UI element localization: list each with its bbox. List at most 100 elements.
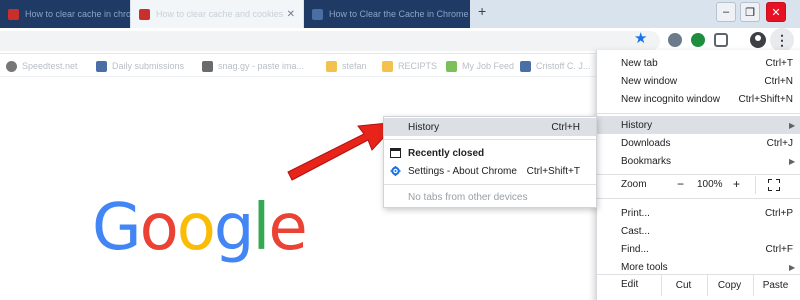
menu-shortcut: Ctrl+P <box>764 207 793 219</box>
bookmark-item[interactable]: My Job Feed <box>446 59 514 73</box>
bookmarks-bar: Speedtest.net Daily submissions snag.gy … <box>0 55 600 77</box>
browser-tab-1[interactable]: How to clear cache in chrome ✕ <box>0 0 130 28</box>
menu-item-label: New window <box>621 75 678 87</box>
menu-item-find[interactable]: Find... Ctrl+F <box>597 240 800 258</box>
edit-label: Edit <box>621 279 639 290</box>
menu-item-label: New tab <box>621 57 658 69</box>
tab-favicon-icon <box>312 8 323 20</box>
menu-divider <box>384 139 596 140</box>
submenu-arrow-icon: ▶ <box>789 120 796 130</box>
menu-item-bookmarks[interactable]: Bookmarks ▶ <box>597 152 800 170</box>
tab-close-icon[interactable]: ✕ <box>287 9 295 20</box>
bookmark-item[interactable]: Daily submissions <box>96 59 184 73</box>
skype-extension-icon[interactable] <box>668 33 682 47</box>
zoom-in-button[interactable]: + <box>733 177 740 191</box>
submenu-item-label: Recently closed <box>408 147 485 159</box>
folder-icon <box>382 60 393 72</box>
bookmark-item[interactable]: Cristoff C. J... <box>520 59 590 73</box>
grammarly-extension-icon[interactable] <box>691 33 705 47</box>
submenu-item-history[interactable]: History Ctrl+H <box>384 118 596 136</box>
menu-item-label: New incognito window <box>621 93 720 105</box>
chrome-menu-button[interactable]: ⋮ <box>770 28 794 52</box>
menu-item-history[interactable]: History ▶ <box>597 116 800 134</box>
cut-button[interactable]: Cut <box>661 274 705 296</box>
submenu-item-label: History <box>408 121 440 133</box>
bookmark-item[interactable]: Speedtest.net <box>6 59 78 73</box>
browser-tab-3[interactable]: How to Clear the Cache in Chrome ✕ <box>304 0 470 28</box>
chrome-main-menu: New tab Ctrl+T New window Ctrl+N New inc… <box>596 50 800 300</box>
tab-strip: How to clear cache in chrome ✕ How to cl… <box>0 0 800 28</box>
address-bar[interactable] <box>0 31 660 51</box>
profile-avatar-icon[interactable] <box>750 32 766 48</box>
maximize-button[interactable]: ❐ <box>740 2 760 22</box>
menu-item-new-window[interactable]: New window Ctrl+N <box>597 72 800 90</box>
site-favicon-icon <box>520 60 531 72</box>
menu-shortcut: Ctrl+Shift+T <box>526 165 580 177</box>
speedometer-icon <box>6 60 17 72</box>
menu-shortcut: Ctrl+N <box>764 75 793 87</box>
fullscreen-icon[interactable] <box>768 179 780 191</box>
menu-item-label: Print... <box>621 207 650 219</box>
shield-extension-icon[interactable] <box>714 33 728 47</box>
logo-letter: e <box>268 191 307 265</box>
menu-item-print[interactable]: Print... Ctrl+P <box>597 204 800 222</box>
submenu-item-label: No tabs from other devices <box>408 191 528 203</box>
zoom-label: Zoom <box>621 179 647 190</box>
submenu-arrow-icon: ▶ <box>789 262 796 272</box>
bookmark-label: Cristoff C. J... <box>536 61 591 71</box>
menu-shortcut: Ctrl+J <box>766 137 793 149</box>
zoom-divider <box>755 176 756 194</box>
bookmark-label: My Job Feed <box>462 61 515 71</box>
menu-shortcut: Ctrl+T <box>765 57 794 69</box>
menu-item-label: Cast... <box>621 225 650 237</box>
bookmark-label: RECIPTS <box>398 61 438 71</box>
menu-divider <box>597 198 800 199</box>
menu-item-label: More tools <box>621 261 668 273</box>
gear-icon <box>390 166 401 176</box>
submenu-item-settings[interactable]: Settings - About Chrome Ctrl+Shift+T <box>384 162 596 180</box>
menu-shortcut: Ctrl+F <box>765 243 794 255</box>
tab-title: How to Clear the Cache in Chrome <box>329 9 469 19</box>
bookmark-item[interactable]: snag.gy - paste ima... <box>202 59 304 73</box>
menu-divider <box>597 174 800 175</box>
recently-closed-header: Recently closed <box>384 144 596 162</box>
menu-item-new-incognito[interactable]: New incognito window Ctrl+Shift+N <box>597 90 800 108</box>
logo-letter: G <box>92 191 142 265</box>
tab-close-icon[interactable]: ✕ <box>469 9 470 20</box>
no-tabs-message: No tabs from other devices <box>384 188 596 206</box>
bookmark-label: Speedtest.net <box>22 61 78 71</box>
zoom-level: 100% <box>697 179 723 190</box>
submenu-arrow-icon: ▶ <box>789 156 796 166</box>
tab-title: How to clear cache in chrome <box>25 9 130 19</box>
zoom-out-button[interactable]: − <box>677 177 684 191</box>
menu-edit-row: Edit Cut Copy Paste <box>597 274 800 296</box>
tab-favicon-icon <box>139 8 150 20</box>
submenu-item-label: Settings - About Chrome <box>408 165 517 177</box>
menu-item-cast[interactable]: Cast... <box>597 222 800 240</box>
tab-title: How to clear cache and cookies <box>156 9 284 19</box>
paste-button[interactable]: Paste <box>753 274 797 296</box>
browser-tab-2[interactable]: How to clear cache and cookies ✕ <box>131 0 303 28</box>
menu-divider <box>597 113 800 114</box>
bookmark-label: Daily submissions <box>112 61 185 71</box>
window-icon <box>390 148 401 158</box>
google-logo: Google <box>92 191 308 265</box>
tab-favicon-icon <box>8 8 19 20</box>
menu-shortcut: Ctrl+Shift+N <box>738 93 793 105</box>
close-window-button[interactable]: ✕ <box>766 2 786 22</box>
bookmark-item[interactable]: RECIPTS <box>382 59 437 73</box>
history-submenu: History Ctrl+H Recently closed Settings … <box>383 116 597 208</box>
new-tab-button[interactable]: + <box>478 3 486 19</box>
bookmark-label: stefan <box>342 61 367 71</box>
site-favicon-icon <box>446 60 457 72</box>
menu-shortcut: Ctrl+H <box>551 121 580 133</box>
copy-button[interactable]: Copy <box>707 274 751 296</box>
menu-divider <box>384 184 596 185</box>
minimize-button[interactable]: – <box>716 2 736 22</box>
logo-letter: l <box>252 191 271 265</box>
bookmark-star-icon[interactable]: ★ <box>634 29 647 47</box>
logo-letter: g <box>213 191 255 265</box>
menu-item-new-tab[interactable]: New tab Ctrl+T <box>597 54 800 72</box>
menu-item-downloads[interactable]: Downloads Ctrl+J <box>597 134 800 152</box>
bookmark-item[interactable]: stefan <box>326 59 367 73</box>
